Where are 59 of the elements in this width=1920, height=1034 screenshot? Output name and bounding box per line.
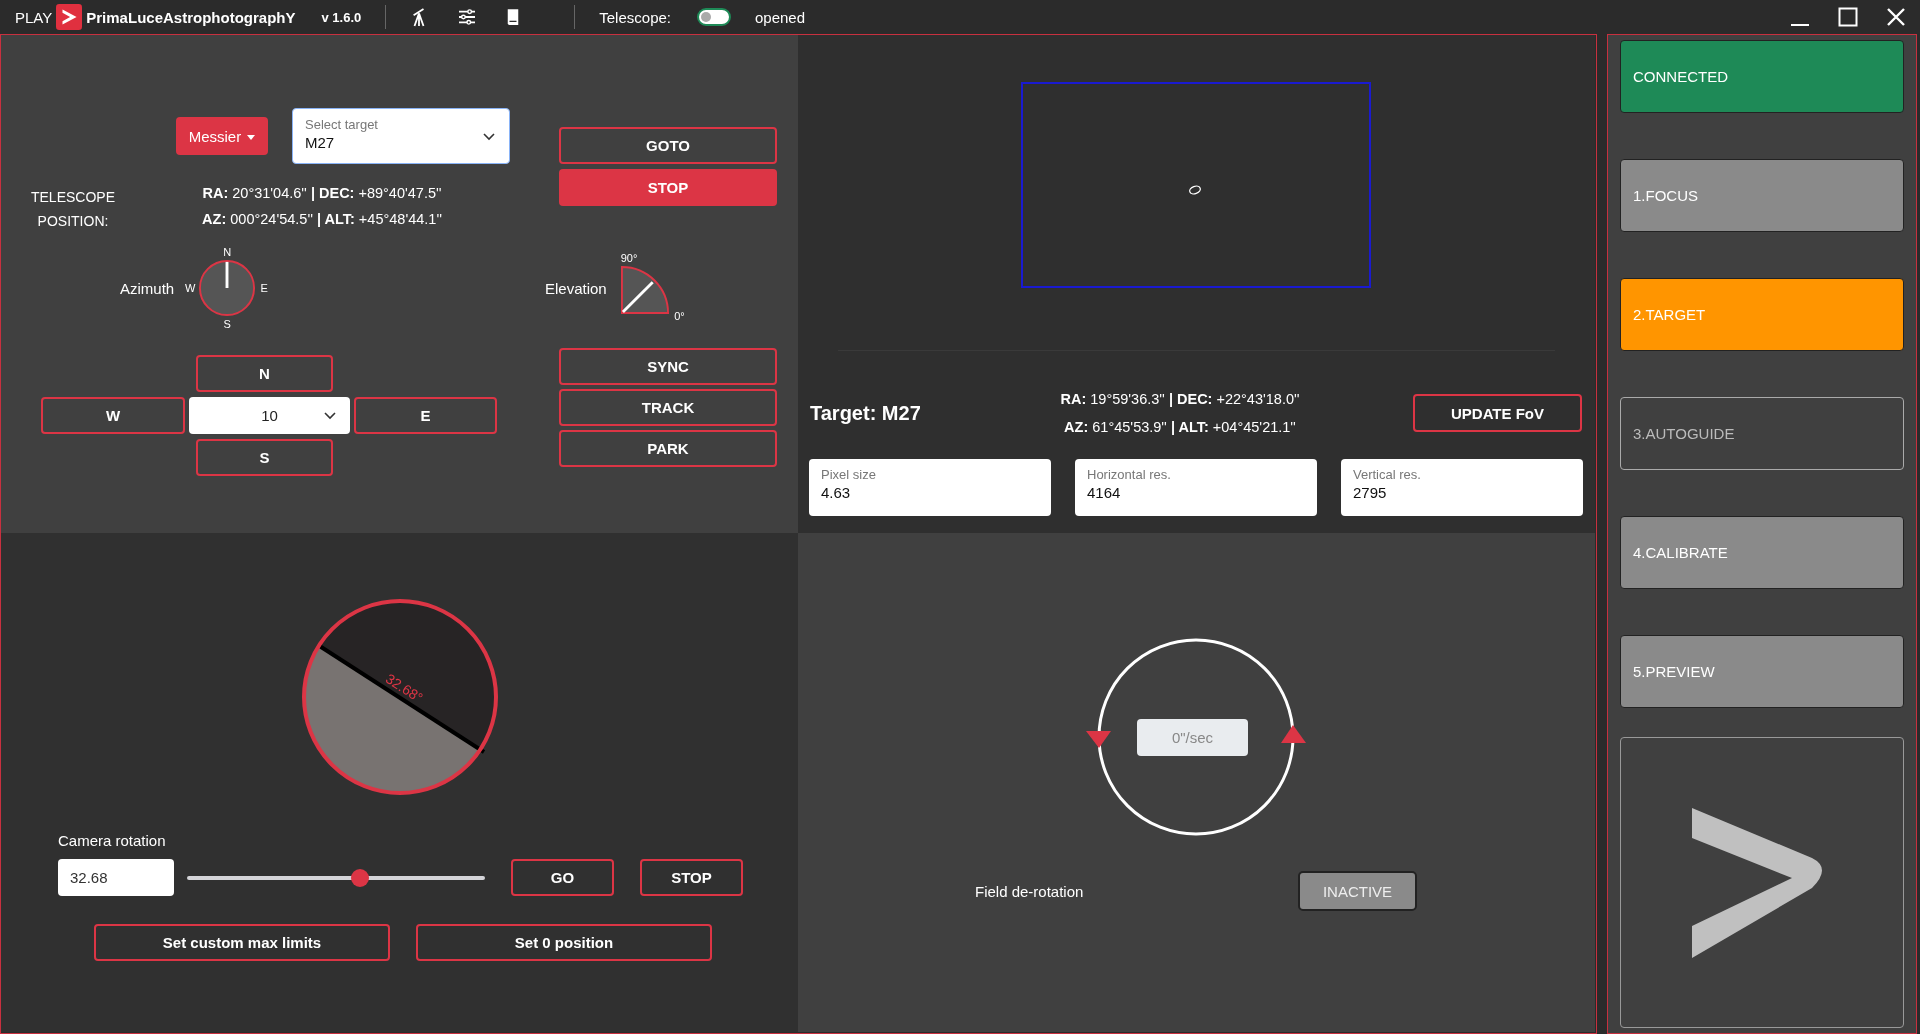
catalog-dropdown[interactable]: Messier bbox=[176, 117, 268, 155]
camera-rotation-label: Camera rotation bbox=[58, 832, 166, 849]
south-button[interactable]: S bbox=[196, 439, 333, 476]
west-button[interactable]: W bbox=[41, 397, 185, 434]
field-derotation-label: Field de-rotation bbox=[975, 882, 1085, 900]
mount-action-button[interactable]: TRACK bbox=[559, 389, 777, 426]
custom-limits-button[interactable]: Set custom max limits bbox=[94, 924, 390, 961]
camera-field[interactable]: Pixel size 4.63 bbox=[809, 459, 1051, 516]
mount-action-button[interactable]: PARK bbox=[559, 430, 777, 467]
stop-button[interactable]: STOP bbox=[559, 169, 777, 206]
elevation-label: Elevation bbox=[545, 279, 607, 297]
azimuth-label: Azimuth bbox=[120, 279, 175, 297]
mount-action-button[interactable]: SYNC bbox=[559, 348, 777, 385]
telescope-status: opened bbox=[755, 8, 806, 26]
logo-icon bbox=[56, 4, 83, 30]
slider-thumb[interactable] bbox=[350, 868, 369, 887]
rotation-slider[interactable] bbox=[187, 867, 485, 888]
close-icon[interactable] bbox=[1886, 7, 1906, 27]
stop-rotation-button[interactable]: STOP bbox=[640, 859, 743, 896]
caret-icon bbox=[247, 135, 256, 141]
go-button[interactable]: GO bbox=[511, 859, 614, 896]
target-ellipse-icon bbox=[1188, 185, 1202, 195]
elevation-max-label: 90° bbox=[620, 252, 638, 264]
chevron-down-icon bbox=[483, 133, 495, 141]
play-label: PLAY bbox=[15, 8, 53, 26]
camera-field[interactable]: Vertical res. 2795 bbox=[1341, 459, 1583, 516]
workflow-step-button[interactable]: 3.AUTOGUIDE bbox=[1620, 397, 1904, 470]
rotation-input[interactable]: 32.68 bbox=[58, 859, 174, 896]
east-button[interactable]: E bbox=[354, 397, 497, 434]
north-button[interactable]: N bbox=[196, 355, 333, 392]
coordinate-readout: AZ: 61°45'53.9'' | ALT: +04°45'21.1'' bbox=[1064, 419, 1296, 435]
maximize-icon[interactable] bbox=[1838, 7, 1858, 27]
camera-field[interactable]: Horizontal res. 4164 bbox=[1075, 459, 1317, 516]
sliders-icon[interactable] bbox=[458, 9, 477, 25]
app-name: PrimaLuceAstrophotographY bbox=[86, 8, 296, 26]
position-label: TELESCOPE POSITION: bbox=[30, 188, 116, 231]
telescope-label: Telescope: bbox=[599, 8, 671, 26]
elevation-min-label: 0° bbox=[674, 310, 685, 322]
elevation-dial bbox=[620, 266, 669, 314]
zero-position-button[interactable]: Set 0 position bbox=[416, 924, 712, 961]
step-select[interactable]: 10 bbox=[189, 397, 350, 434]
target-select[interactable]: Select target M27 bbox=[292, 108, 510, 164]
west-label: W bbox=[185, 282, 196, 294]
coordinate-readout: AZ: 000°24'54.5'' | ALT: +45°48'44.1'' bbox=[202, 211, 442, 227]
telescope-toggle[interactable] bbox=[697, 8, 731, 26]
north-label: N bbox=[223, 246, 232, 258]
workflow-step-button[interactable]: CONNECTED bbox=[1620, 40, 1904, 113]
version-label: v 1.6.0 bbox=[321, 9, 362, 25]
coordinate-readout: RA: 20°31'04.6'' | DEC: +89°40'47.5'' bbox=[202, 185, 442, 201]
coordinate-readout: RA: 19°59'36.3'' | DEC: +22°43'18.0'' bbox=[1060, 391, 1300, 407]
south-label: S bbox=[223, 318, 231, 330]
update-fov-button[interactable]: UPDATE FoV bbox=[1413, 394, 1582, 432]
target-label: Target: M27 bbox=[810, 401, 922, 425]
east-label: E bbox=[260, 282, 268, 294]
chevron-down-icon bbox=[324, 412, 336, 420]
azimuth-dial bbox=[198, 259, 257, 317]
play-tile[interactable] bbox=[1620, 737, 1904, 1028]
goto-button[interactable]: GOTO bbox=[559, 127, 777, 164]
book-icon[interactable] bbox=[506, 8, 521, 26]
